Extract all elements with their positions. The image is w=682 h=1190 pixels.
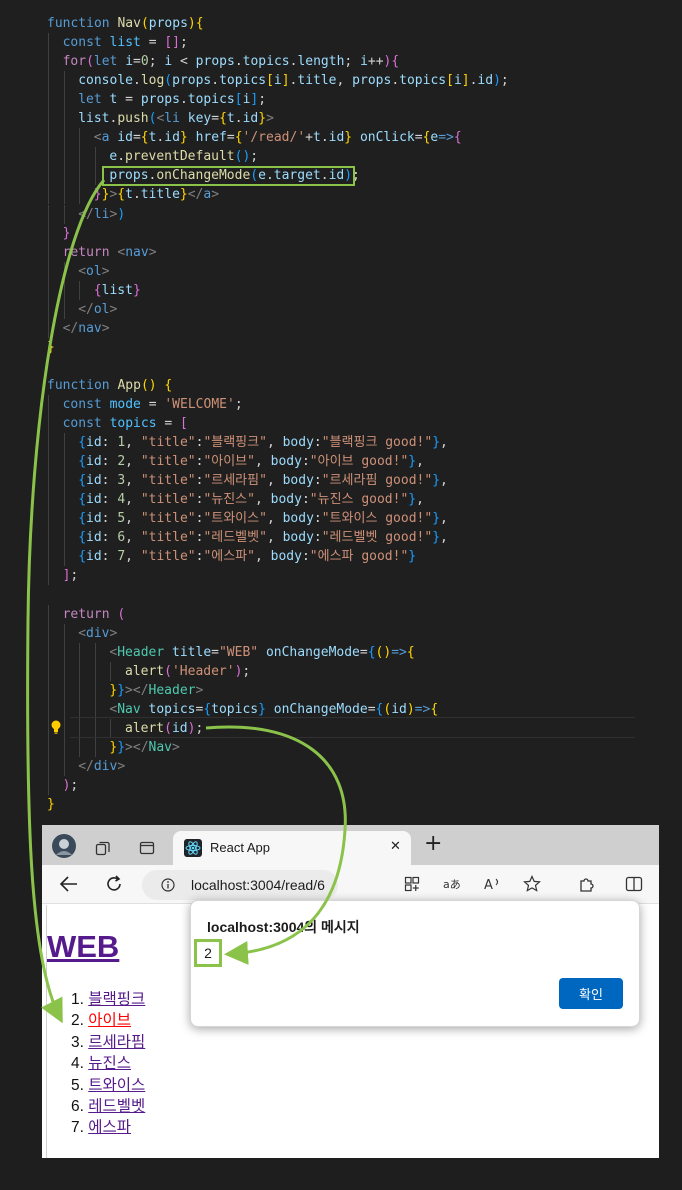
arrow-alert-to-dialog-message bbox=[205, 725, 347, 965]
arrow-onchangemode-to-list-item bbox=[26, 179, 106, 1024]
annotation-arrows bbox=[26, 179, 347, 1024]
